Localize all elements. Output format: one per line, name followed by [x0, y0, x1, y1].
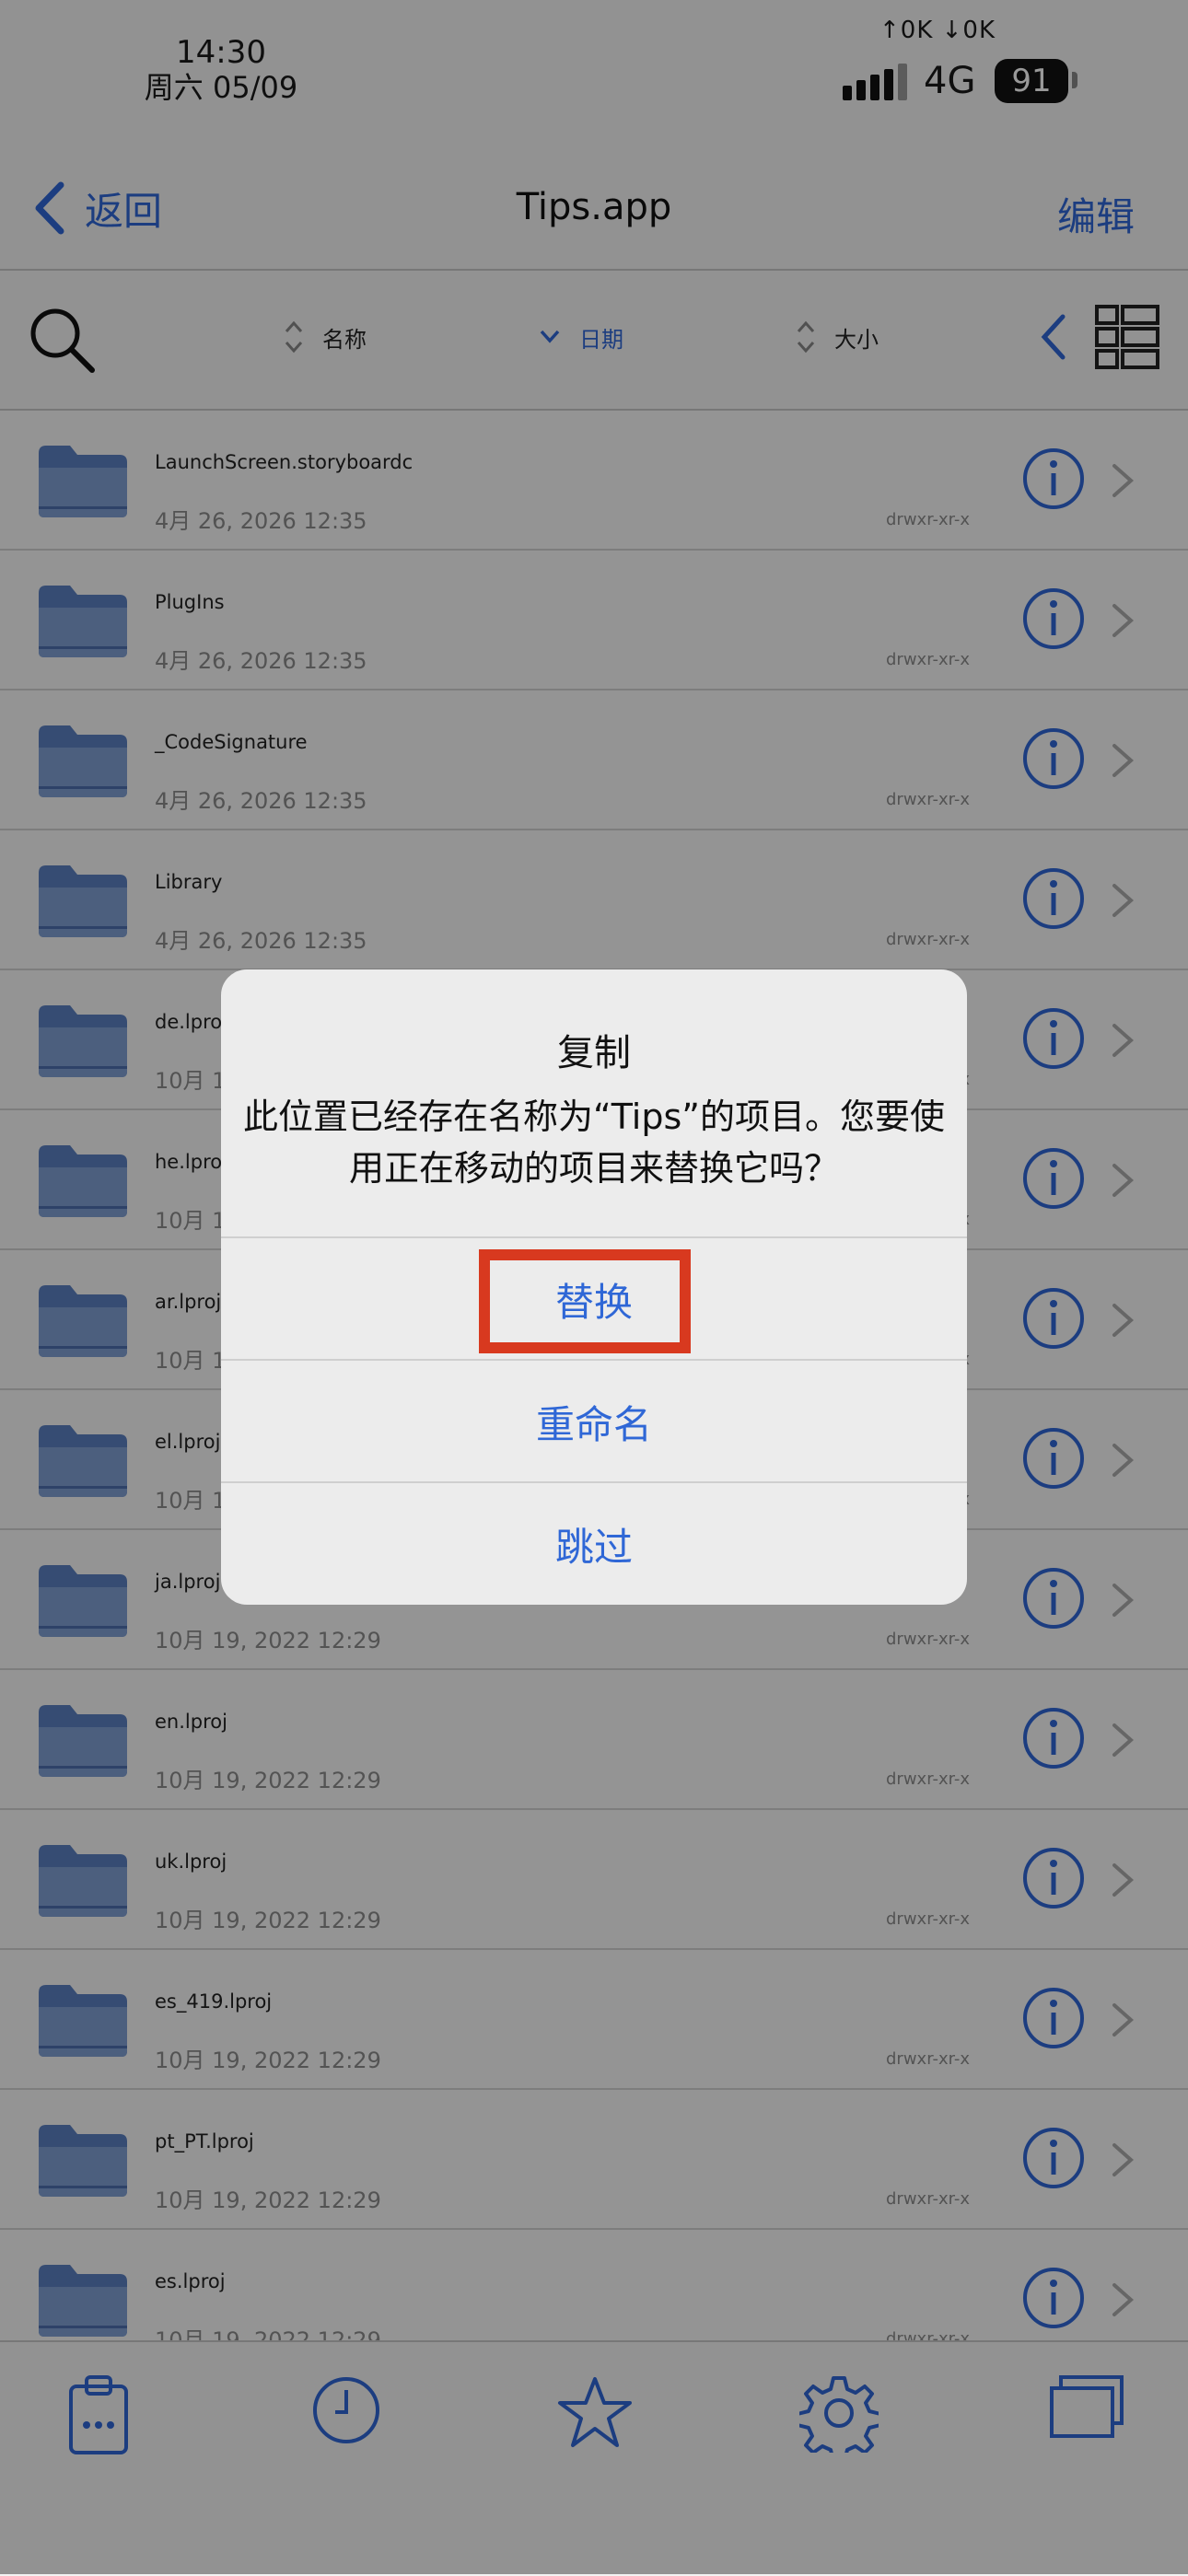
highlight-box: [479, 1249, 691, 1353]
copy-conflict-dialog: 复制 此位置已经存在名称为“Tips”的项目。您要使用正在移动的项目来替换它吗？…: [221, 969, 967, 1605]
skip-button[interactable]: 跳过: [221, 1481, 967, 1605]
dialog-title: 复制: [557, 1032, 631, 1074]
replace-button[interactable]: 替换: [221, 1236, 967, 1361]
dialog-message: 此位置已经存在名称为“Tips”的项目。您要使用正在移动的项目来替换它吗？: [243, 1097, 945, 1189]
rename-button[interactable]: 重命名: [221, 1359, 967, 1483]
